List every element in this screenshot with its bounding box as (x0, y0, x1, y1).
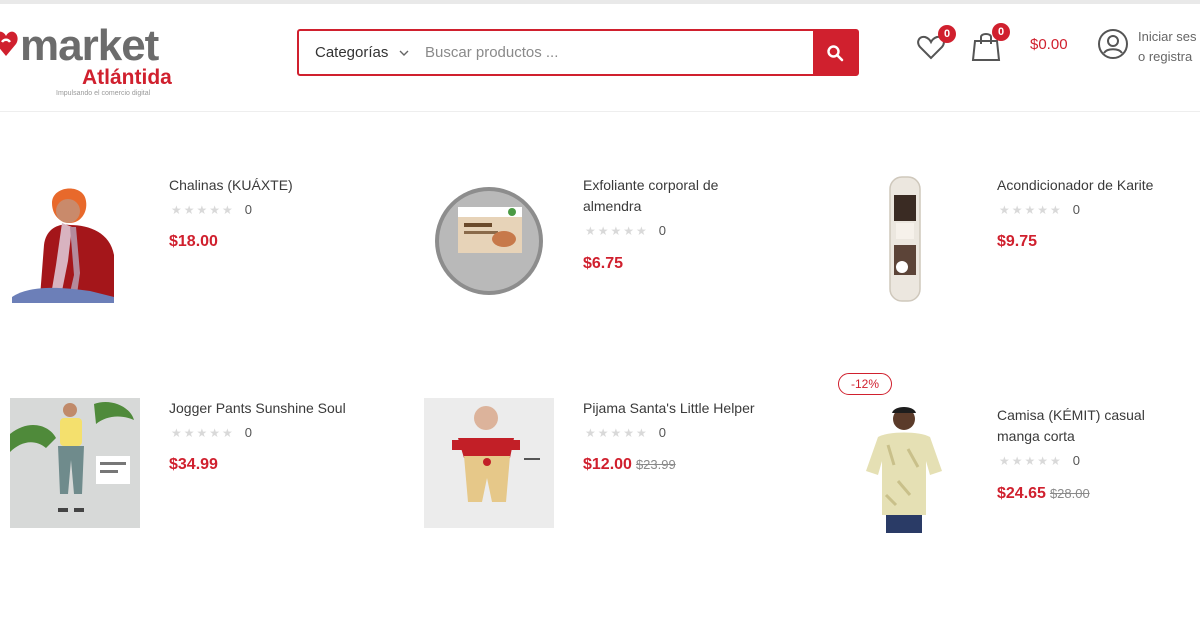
product-image[interactable] (10, 398, 140, 528)
product-price: $12.00 $23.99 (583, 456, 676, 474)
search-bar: Categorías (297, 29, 859, 76)
category-label: Categorías (315, 44, 389, 61)
wishlist-button[interactable]: 0 (916, 25, 956, 66)
product-card: Pijama Santa's Little Helper ★★★★★ 0 $12… (424, 398, 824, 548)
price-current: $34.99 (169, 456, 218, 473)
product-name[interactable]: Pijama Santa's Little Helper (583, 398, 755, 419)
review-count: 0 (658, 425, 667, 440)
product-rating: ★★★★★ 0 (999, 453, 1080, 468)
search-input[interactable] (425, 37, 805, 68)
product-card: Camisa (KÉMIT) casual manga corta ★★★★★ … (838, 405, 1200, 555)
logo-tagline: Impulsando el comercio digital (56, 90, 151, 97)
product-name[interactable]: Jogger Pants Sunshine Soul (169, 398, 346, 419)
product-rating: ★★★★★ 0 (171, 425, 252, 440)
price-current: $9.75 (997, 233, 1038, 250)
product-image[interactable] (424, 175, 554, 305)
star-icon: ★★★★★ (171, 425, 235, 440)
product-name[interactable]: Exfoliante corporal de almendra (583, 175, 758, 217)
product-rating: ★★★★★ 0 (999, 202, 1080, 217)
product-image[interactable] (424, 398, 554, 528)
product-price: $18.00 (169, 233, 218, 251)
user-circle-icon[interactable] (1097, 28, 1129, 60)
product-card: Acondicionador de Karite ★★★★★ 0 $9.75 (838, 175, 1200, 325)
search-button[interactable] (813, 31, 857, 74)
discount-badge: -12% (838, 373, 892, 395)
review-count: 0 (244, 425, 253, 440)
price-old: $28.00 (1049, 486, 1090, 501)
search-icon (827, 44, 844, 61)
star-icon: ★★★★★ (999, 202, 1063, 217)
logo[interactable]: market Atlántida Impulsando el comercio … (0, 22, 190, 102)
cart-button[interactable]: 0 (970, 23, 1010, 64)
review-count: 0 (1072, 202, 1081, 217)
product-image[interactable] (838, 405, 968, 535)
product-price: $24.65 $28.00 (997, 485, 1090, 503)
price-current: $6.75 (583, 255, 624, 272)
product-rating: ★★★★★ 0 (585, 425, 666, 440)
product-card: Jogger Pants Sunshine Soul ★★★★★ 0 $34.9… (10, 398, 410, 548)
wishlist-count-badge: 0 (938, 25, 956, 43)
account-line-1: Iniciar ses (1138, 29, 1197, 44)
account-line-2: o registra (1138, 49, 1193, 64)
product-image[interactable] (10, 175, 140, 305)
product-rating: ★★★★★ 0 (585, 223, 666, 238)
product-rating: ★★★★★ 0 (171, 202, 252, 217)
account-link[interactable]: Iniciar ses o registra (1138, 27, 1197, 67)
star-icon: ★★★★★ (585, 223, 649, 238)
price-current: $18.00 (169, 233, 218, 250)
star-icon: ★★★★★ (171, 202, 235, 217)
star-icon: ★★★★★ (999, 453, 1063, 468)
product-price: $9.75 (997, 233, 1037, 251)
logo-place: Atlántida (82, 66, 172, 89)
product-card: Chalinas (KUÁXTE) ★★★★★ 0 $18.00 (10, 175, 410, 325)
product-name[interactable]: Acondicionador de Karite (997, 175, 1153, 196)
star-icon: ★★★★★ (585, 425, 649, 440)
price-current: $24.65 (997, 485, 1046, 502)
price-old: $23.99 (635, 457, 676, 472)
product-name[interactable]: Camisa (KÉMIT) casual manga corta (997, 405, 1187, 447)
site-header: market Atlántida Impulsando el comercio … (0, 4, 1200, 112)
logo-heart-icon (0, 31, 18, 56)
product-name[interactable]: Chalinas (KUÁXTE) (169, 175, 293, 196)
product-image[interactable] (838, 175, 968, 305)
price-current: $12.00 (583, 456, 632, 473)
category-dropdown[interactable]: Categorías (299, 31, 421, 74)
product-price: $34.99 (169, 456, 218, 474)
review-count: 0 (658, 223, 667, 238)
cart-count-badge: 0 (992, 23, 1010, 41)
cart-total[interactable]: $0.00 (1030, 36, 1068, 53)
product-price: $6.75 (583, 255, 623, 273)
logo-wordmark: market (20, 21, 159, 70)
product-card: Exfoliante corporal de almendra ★★★★★ 0 … (424, 175, 824, 325)
chevron-down-icon (399, 50, 409, 56)
review-count: 0 (244, 202, 253, 217)
review-count: 0 (1072, 453, 1081, 468)
